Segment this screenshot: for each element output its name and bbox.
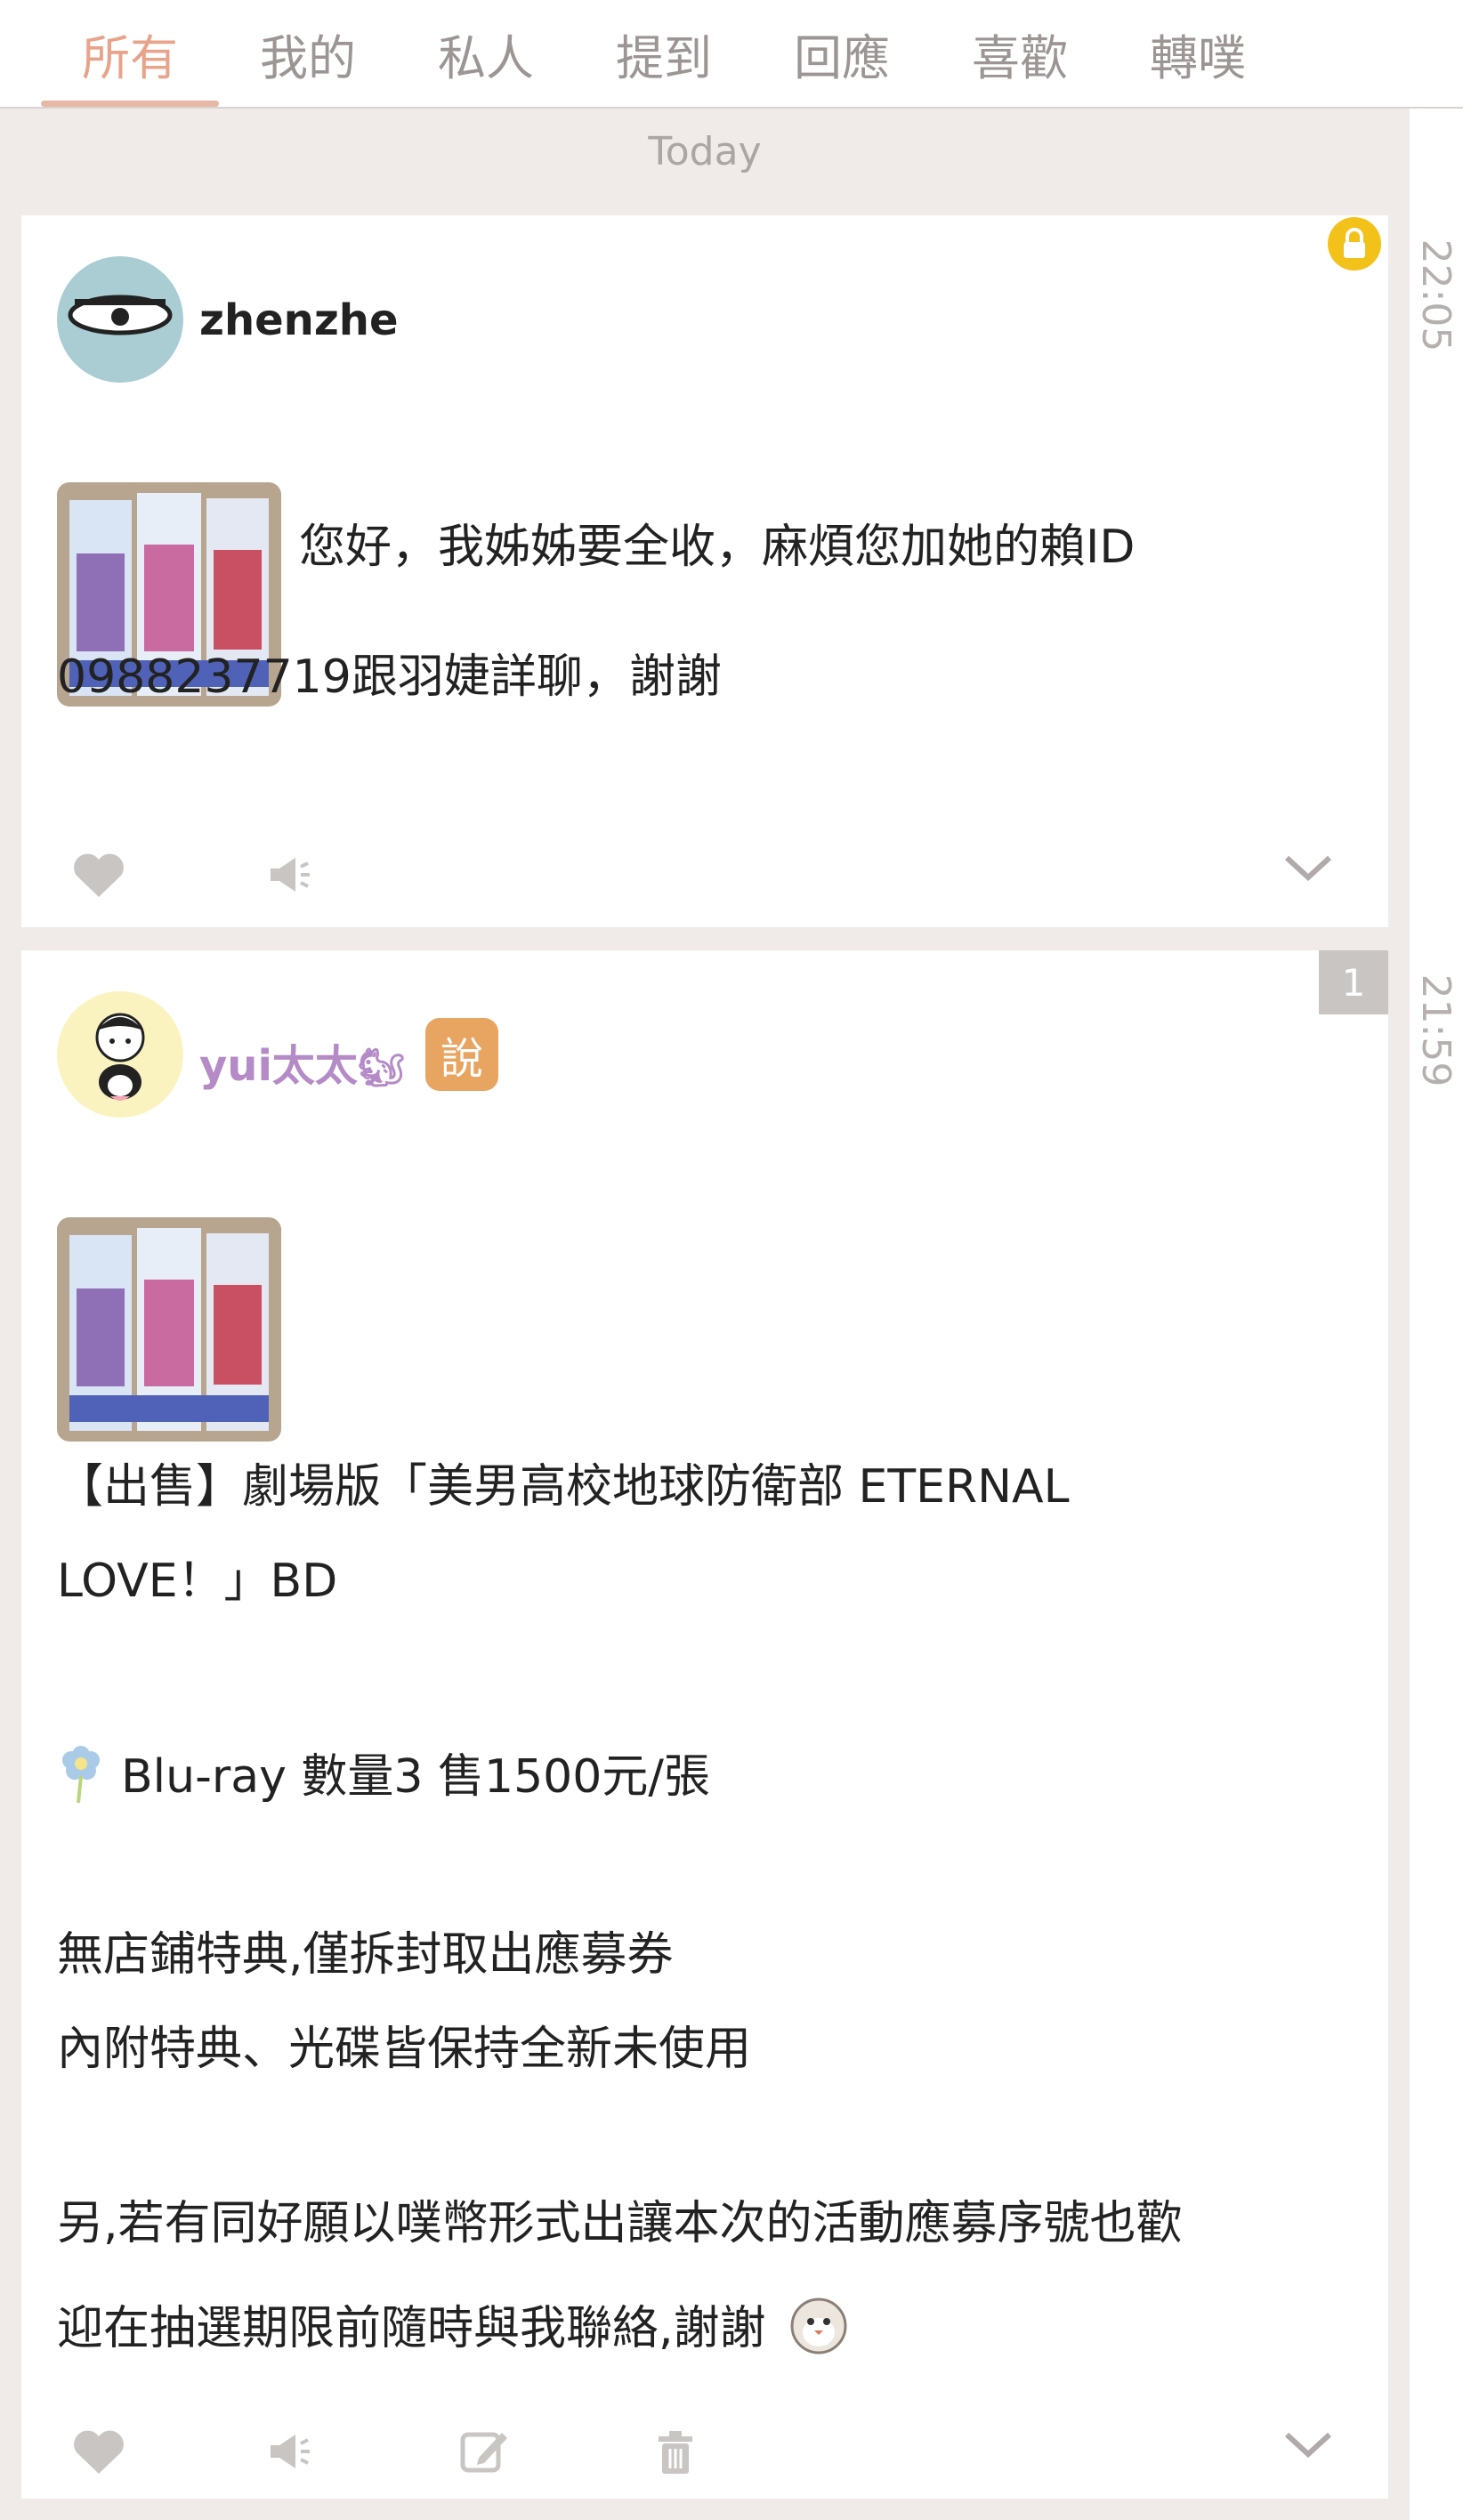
tab-responses[interactable]: 回應	[753, 0, 931, 107]
replurk-megaphone-icon[interactable]	[260, 844, 322, 906]
chevron-down-icon[interactable]	[1281, 851, 1335, 886]
time-rail	[1410, 109, 1463, 2520]
plurk-text: LOVE！」BD	[57, 1555, 338, 1608]
plurk-card[interactable]: zhenzhe 您好，我姊姊要全收，麻煩您加她的賴ID 0988237719跟羽…	[21, 215, 1388, 927]
response-count-badge[interactable]: 1	[1319, 950, 1388, 1014]
chevron-down-icon[interactable]	[1281, 2427, 1335, 2463]
squirrel-emoji: 🐿	[357, 1046, 406, 1089]
avatar[interactable]	[57, 256, 183, 383]
plurk-text: Blu-ray 數量3 售1500元/張	[121, 1750, 710, 1804]
plurk-text: 0988237719跟羽婕詳聊，謝謝	[57, 650, 722, 704]
plurk-actions	[21, 2404, 1388, 2502]
replurk-megaphone-icon[interactable]	[260, 2420, 322, 2483]
author-name[interactable]: yui太太🐿	[199, 1030, 405, 1093]
plurk-text: 無店鋪特典,僅拆封取出應募券	[57, 1928, 674, 1982]
top-tab-bar: 所有 我的 私人 提到 回應 喜歡 轉噗	[0, 0, 1463, 109]
plurk-text: 您好，我姊姊要全收，麻煩您加她的賴ID	[299, 521, 1136, 574]
avatar[interactable]	[57, 991, 183, 1118]
lock-icon	[1326, 215, 1383, 272]
edit-icon[interactable]	[452, 2420, 514, 2483]
plurk-text: 另,若有同好願以噗幣形式出讓本次的活動應募序號也歡	[57, 2197, 1183, 2250]
plurk-text: 內附特典、光碟皆保持全新未使用	[57, 2023, 752, 2076]
penguin-emoticon-icon	[788, 2295, 850, 2369]
plurk-text: 【出售】劇場版「美男高校地球防衛部 ETERNAL	[57, 1460, 1070, 1514]
author-name-text[interactable]: yui太太	[199, 1041, 358, 1091]
tab-all[interactable]: 所有	[41, 0, 219, 107]
plurk-text: 迎在抽選期限前隨時與我聯絡,謝謝	[57, 2290, 850, 2369]
like-heart-icon[interactable]	[68, 844, 130, 906]
tab-likes[interactable]: 喜歡	[931, 0, 1109, 107]
author-name[interactable]: zhenzhe	[199, 295, 399, 345]
attached-image-thumbnail[interactable]	[57, 1217, 281, 1442]
tab-private[interactable]: 私人	[397, 0, 575, 107]
like-heart-icon[interactable]	[68, 2420, 130, 2483]
qualifier-badge: 說	[425, 1018, 498, 1091]
tab-mentions[interactable]: 提到	[575, 0, 753, 107]
delete-trash-icon[interactable]	[644, 2420, 707, 2483]
tab-replurks[interactable]: 轉噗	[1109, 0, 1287, 107]
tab-mine[interactable]: 我的	[219, 0, 397, 107]
flower-emoji-icon	[57, 1735, 105, 1816]
plurk-text-segment: 迎在抽選期限前隨時與我聯絡,謝謝	[57, 2302, 766, 2355]
plurk-card[interactable]: 1 yui太太🐿 說 【出售】劇場版「美男高校地球防衛部 ETERNAL LOV…	[21, 950, 1388, 2499]
day-separator: Today	[648, 128, 762, 174]
plurk-actions	[21, 828, 1388, 925]
